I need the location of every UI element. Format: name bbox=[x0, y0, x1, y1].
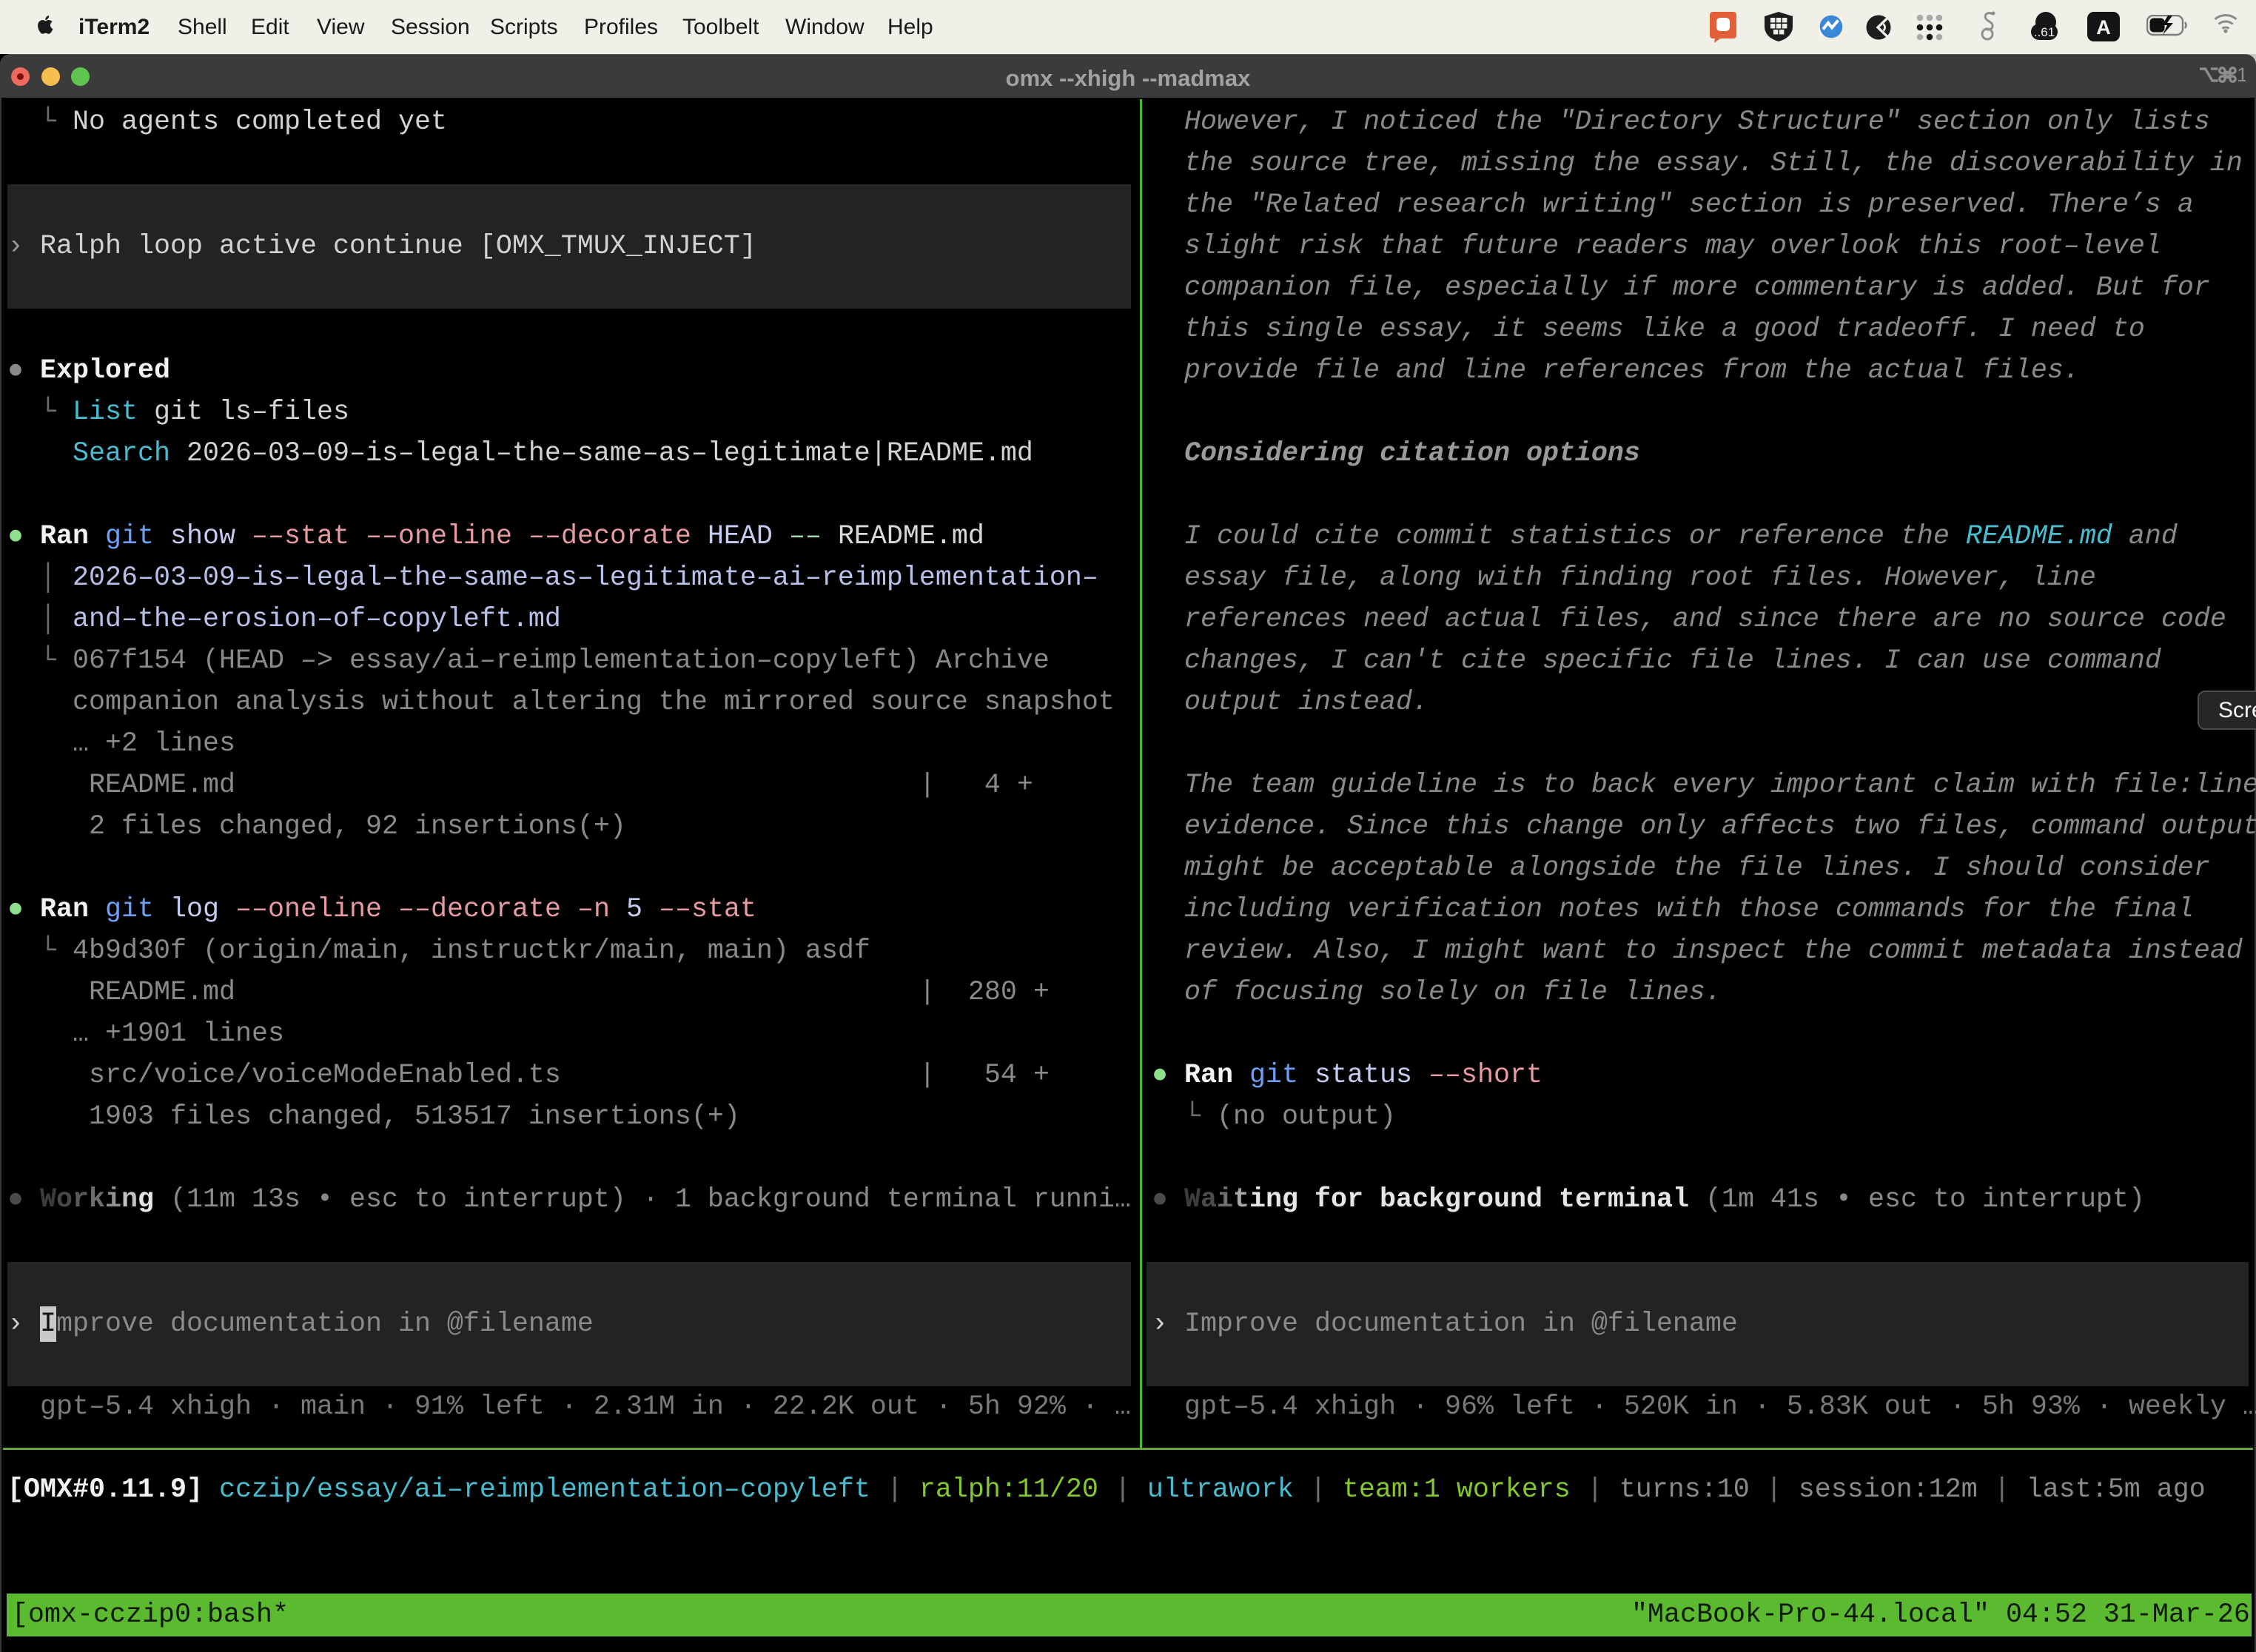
svg-text:1: 1 bbox=[2237, 65, 2246, 84]
svg-text:A: A bbox=[2096, 16, 2111, 38]
svg-text:..61: ..61 bbox=[2034, 25, 2055, 39]
